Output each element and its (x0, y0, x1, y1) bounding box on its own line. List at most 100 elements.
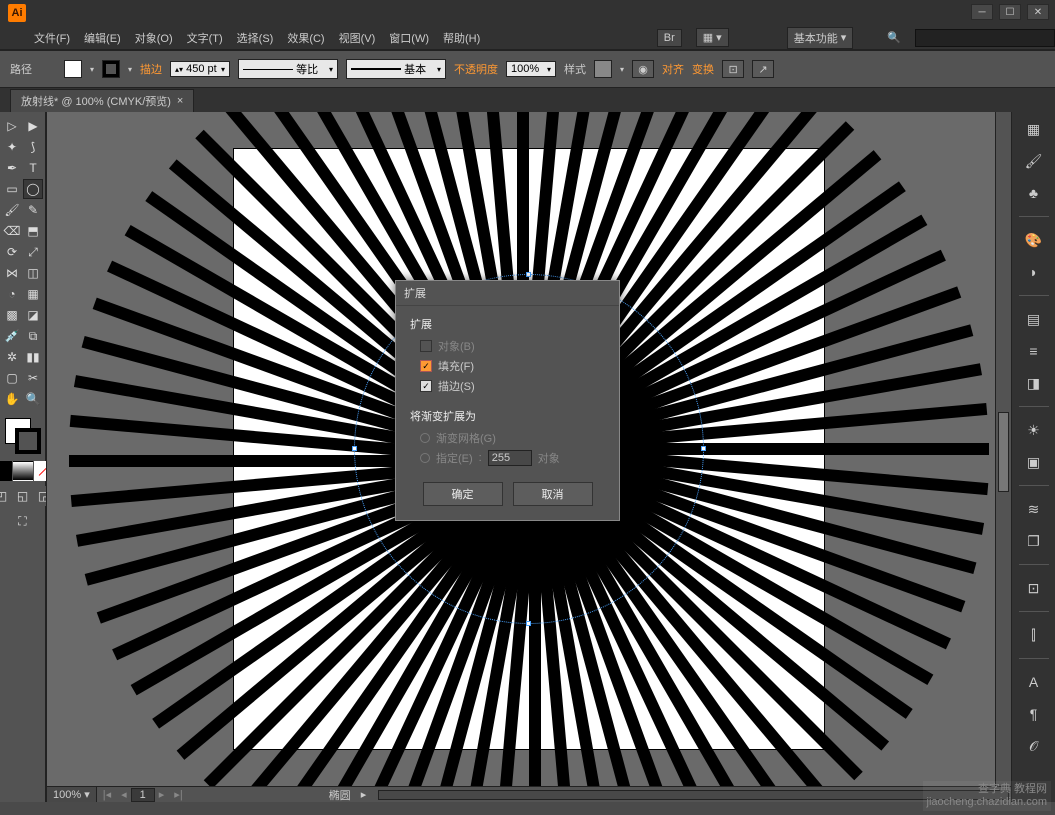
menu-object[interactable]: 对象(O) (135, 30, 173, 46)
page-nav-prev[interactable]: ◂ (117, 788, 131, 801)
menu-window[interactable]: 窗口(W) (389, 30, 429, 46)
selection-tool[interactable]: ▷ (2, 116, 22, 136)
panel-layers-icon[interactable]: ≋ (1022, 498, 1046, 520)
cancel-button[interactable]: 取消 (513, 482, 593, 506)
selection-handle[interactable] (701, 446, 706, 451)
artboard-tool[interactable]: ▢ (2, 368, 22, 388)
drawing-mode-behind[interactable]: ◱ (13, 486, 33, 506)
eraser-tool[interactable]: ⬒ (23, 221, 43, 241)
select-similar-button[interactable]: ↗ (752, 60, 774, 78)
panel-color-guide-icon[interactable]: ◗ (1022, 261, 1046, 283)
selection-handle[interactable] (526, 621, 531, 626)
transform-label[interactable]: 变换 (692, 61, 714, 77)
ellipse-tool[interactable]: ◯ (23, 179, 43, 199)
lasso-tool[interactable]: ⟆ (23, 137, 43, 157)
blend-tool[interactable]: ⧉ (23, 326, 43, 346)
selection-handle[interactable] (352, 446, 357, 451)
width-tool[interactable]: ⋈ (2, 263, 22, 283)
stroke-dropdown-icon[interactable]: ▾ (128, 65, 132, 74)
panel-opentype-icon[interactable]: 𝒪 (1022, 735, 1046, 757)
page-nav-first[interactable]: |◂ (97, 788, 117, 801)
panel-appearance-icon[interactable]: ☀ (1022, 419, 1046, 441)
brush-definition[interactable]: 基本▾ (346, 59, 446, 79)
menu-help[interactable]: 帮助(H) (443, 30, 480, 46)
minimize-button[interactable]: ─ (971, 4, 993, 20)
fill-stroke-control[interactable] (3, 416, 43, 456)
arrange-documents-button[interactable]: ▦ ▾ (696, 28, 729, 47)
menu-text[interactable]: 文字(T) (187, 30, 223, 46)
selection-handle[interactable] (526, 272, 531, 277)
fill-dropdown-icon[interactable]: ▾ (90, 65, 94, 74)
menu-select[interactable]: 选择(S) (237, 30, 274, 46)
menu-edit[interactable]: 编辑(E) (84, 30, 121, 46)
hand-tool[interactable]: ✋ (2, 389, 22, 409)
free-transform-tool[interactable]: ◫ (23, 263, 43, 283)
bridge-button[interactable]: Br (657, 29, 682, 47)
panel-transparency-icon[interactable]: ⊡ (1022, 577, 1046, 599)
workspace-switcher[interactable]: 基本功能 ▾ (787, 27, 854, 49)
panel-libraries-icon[interactable]: ▦ (1022, 118, 1046, 140)
line-tool[interactable]: ▭ (2, 179, 22, 199)
page-nav-last[interactable]: ▸| (168, 788, 188, 801)
stroke-weight-input[interactable]: ▴▾ 450 pt▾ (170, 61, 230, 77)
opacity-input[interactable]: 100%▾ (506, 61, 556, 77)
fill-swatch[interactable] (64, 60, 82, 78)
pencil-tool[interactable]: ✎ (23, 200, 43, 220)
panel-paragraph-icon[interactable]: ¶ (1022, 703, 1046, 725)
panel-gradient-icon[interactable]: ◨ (1022, 372, 1046, 394)
gradient-mode-button[interactable] (13, 461, 33, 481)
zoom-tool[interactable]: 🔍 (23, 389, 43, 409)
panel-artboards-icon[interactable]: ❐ (1022, 530, 1046, 552)
type-tool[interactable]: T (23, 158, 43, 178)
rotate-tool[interactable]: ⟳ (2, 242, 22, 262)
status-menu-icon[interactable]: ▸ (351, 788, 377, 801)
mesh-tool[interactable]: ▩ (2, 305, 22, 325)
vertical-scrollbar-thumb[interactable] (998, 412, 1009, 492)
symbol-sprayer-tool[interactable]: ✲ (2, 347, 22, 367)
page-number[interactable]: 1 (131, 788, 155, 802)
column-graph-tool[interactable]: ▮▮ (23, 347, 43, 367)
shape-builder-tool[interactable]: ◔ (2, 284, 22, 304)
drawing-mode-normal[interactable]: ◰ (0, 486, 12, 506)
ok-button[interactable]: 确定 (423, 482, 503, 506)
document-tab[interactable]: 放射线* @ 100% (CMYK/预览) × (10, 89, 194, 112)
page-nav-next[interactable]: ▸ (155, 788, 169, 801)
graphic-style-dropdown-icon[interactable]: ▾ (620, 65, 624, 74)
menu-view[interactable]: 视图(V) (339, 30, 376, 46)
maximize-button[interactable]: ☐ (999, 4, 1021, 20)
checkbox-stroke[interactable]: ✓ (420, 380, 432, 392)
pen-tool[interactable]: ✒ (2, 158, 22, 178)
perspective-grid-tool[interactable]: ▦ (23, 284, 43, 304)
panel-symbols-icon[interactable]: ♣ (1022, 182, 1046, 204)
panel-swatches-icon[interactable]: ▤ (1022, 308, 1046, 330)
tab-close-icon[interactable]: × (177, 95, 183, 107)
menu-file[interactable]: 文件(F) (34, 30, 70, 46)
panel-character-icon[interactable]: A (1022, 671, 1046, 693)
color-mode-button[interactable] (0, 461, 12, 481)
direct-selection-tool[interactable]: ▶ (23, 116, 43, 136)
checkbox-fill[interactable]: ✓ (420, 360, 432, 372)
slice-tool[interactable]: ✂ (23, 368, 43, 388)
horizontal-scrollbar[interactable] (378, 790, 1009, 800)
panel-align-icon[interactable]: ⫿ (1022, 624, 1046, 646)
magic-wand-tool[interactable]: ✦ (2, 137, 22, 157)
search-input[interactable] (915, 29, 1055, 47)
panel-color-icon[interactable]: 🎨 (1022, 229, 1046, 251)
menu-effect[interactable]: 效果(C) (287, 30, 324, 46)
eyedropper-tool[interactable]: 💉 (2, 326, 22, 346)
stroke-square[interactable] (15, 428, 41, 454)
isolate-button[interactable]: ⊡ (722, 60, 744, 78)
paintbrush-tool[interactable]: 🖌 (2, 200, 22, 220)
panel-stroke-icon[interactable]: ≡ (1022, 340, 1046, 362)
stroke-swatch[interactable] (102, 60, 120, 78)
graphic-style-swatch[interactable] (594, 60, 612, 78)
scale-tool[interactable]: ⤢ (23, 242, 43, 262)
zoom-level[interactable]: 100% ▾ (47, 787, 97, 802)
vertical-scrollbar[interactable] (995, 112, 1011, 786)
close-button[interactable]: ✕ (1027, 4, 1049, 20)
align-label[interactable]: 对齐 (662, 61, 684, 77)
recolor-button[interactable]: ◉ (632, 60, 654, 78)
variable-width-profile[interactable]: 等比▾ (238, 59, 338, 79)
panel-brushes-icon[interactable]: 🖌 (1022, 150, 1046, 172)
panel-graphic-styles-icon[interactable]: ▣ (1022, 451, 1046, 473)
